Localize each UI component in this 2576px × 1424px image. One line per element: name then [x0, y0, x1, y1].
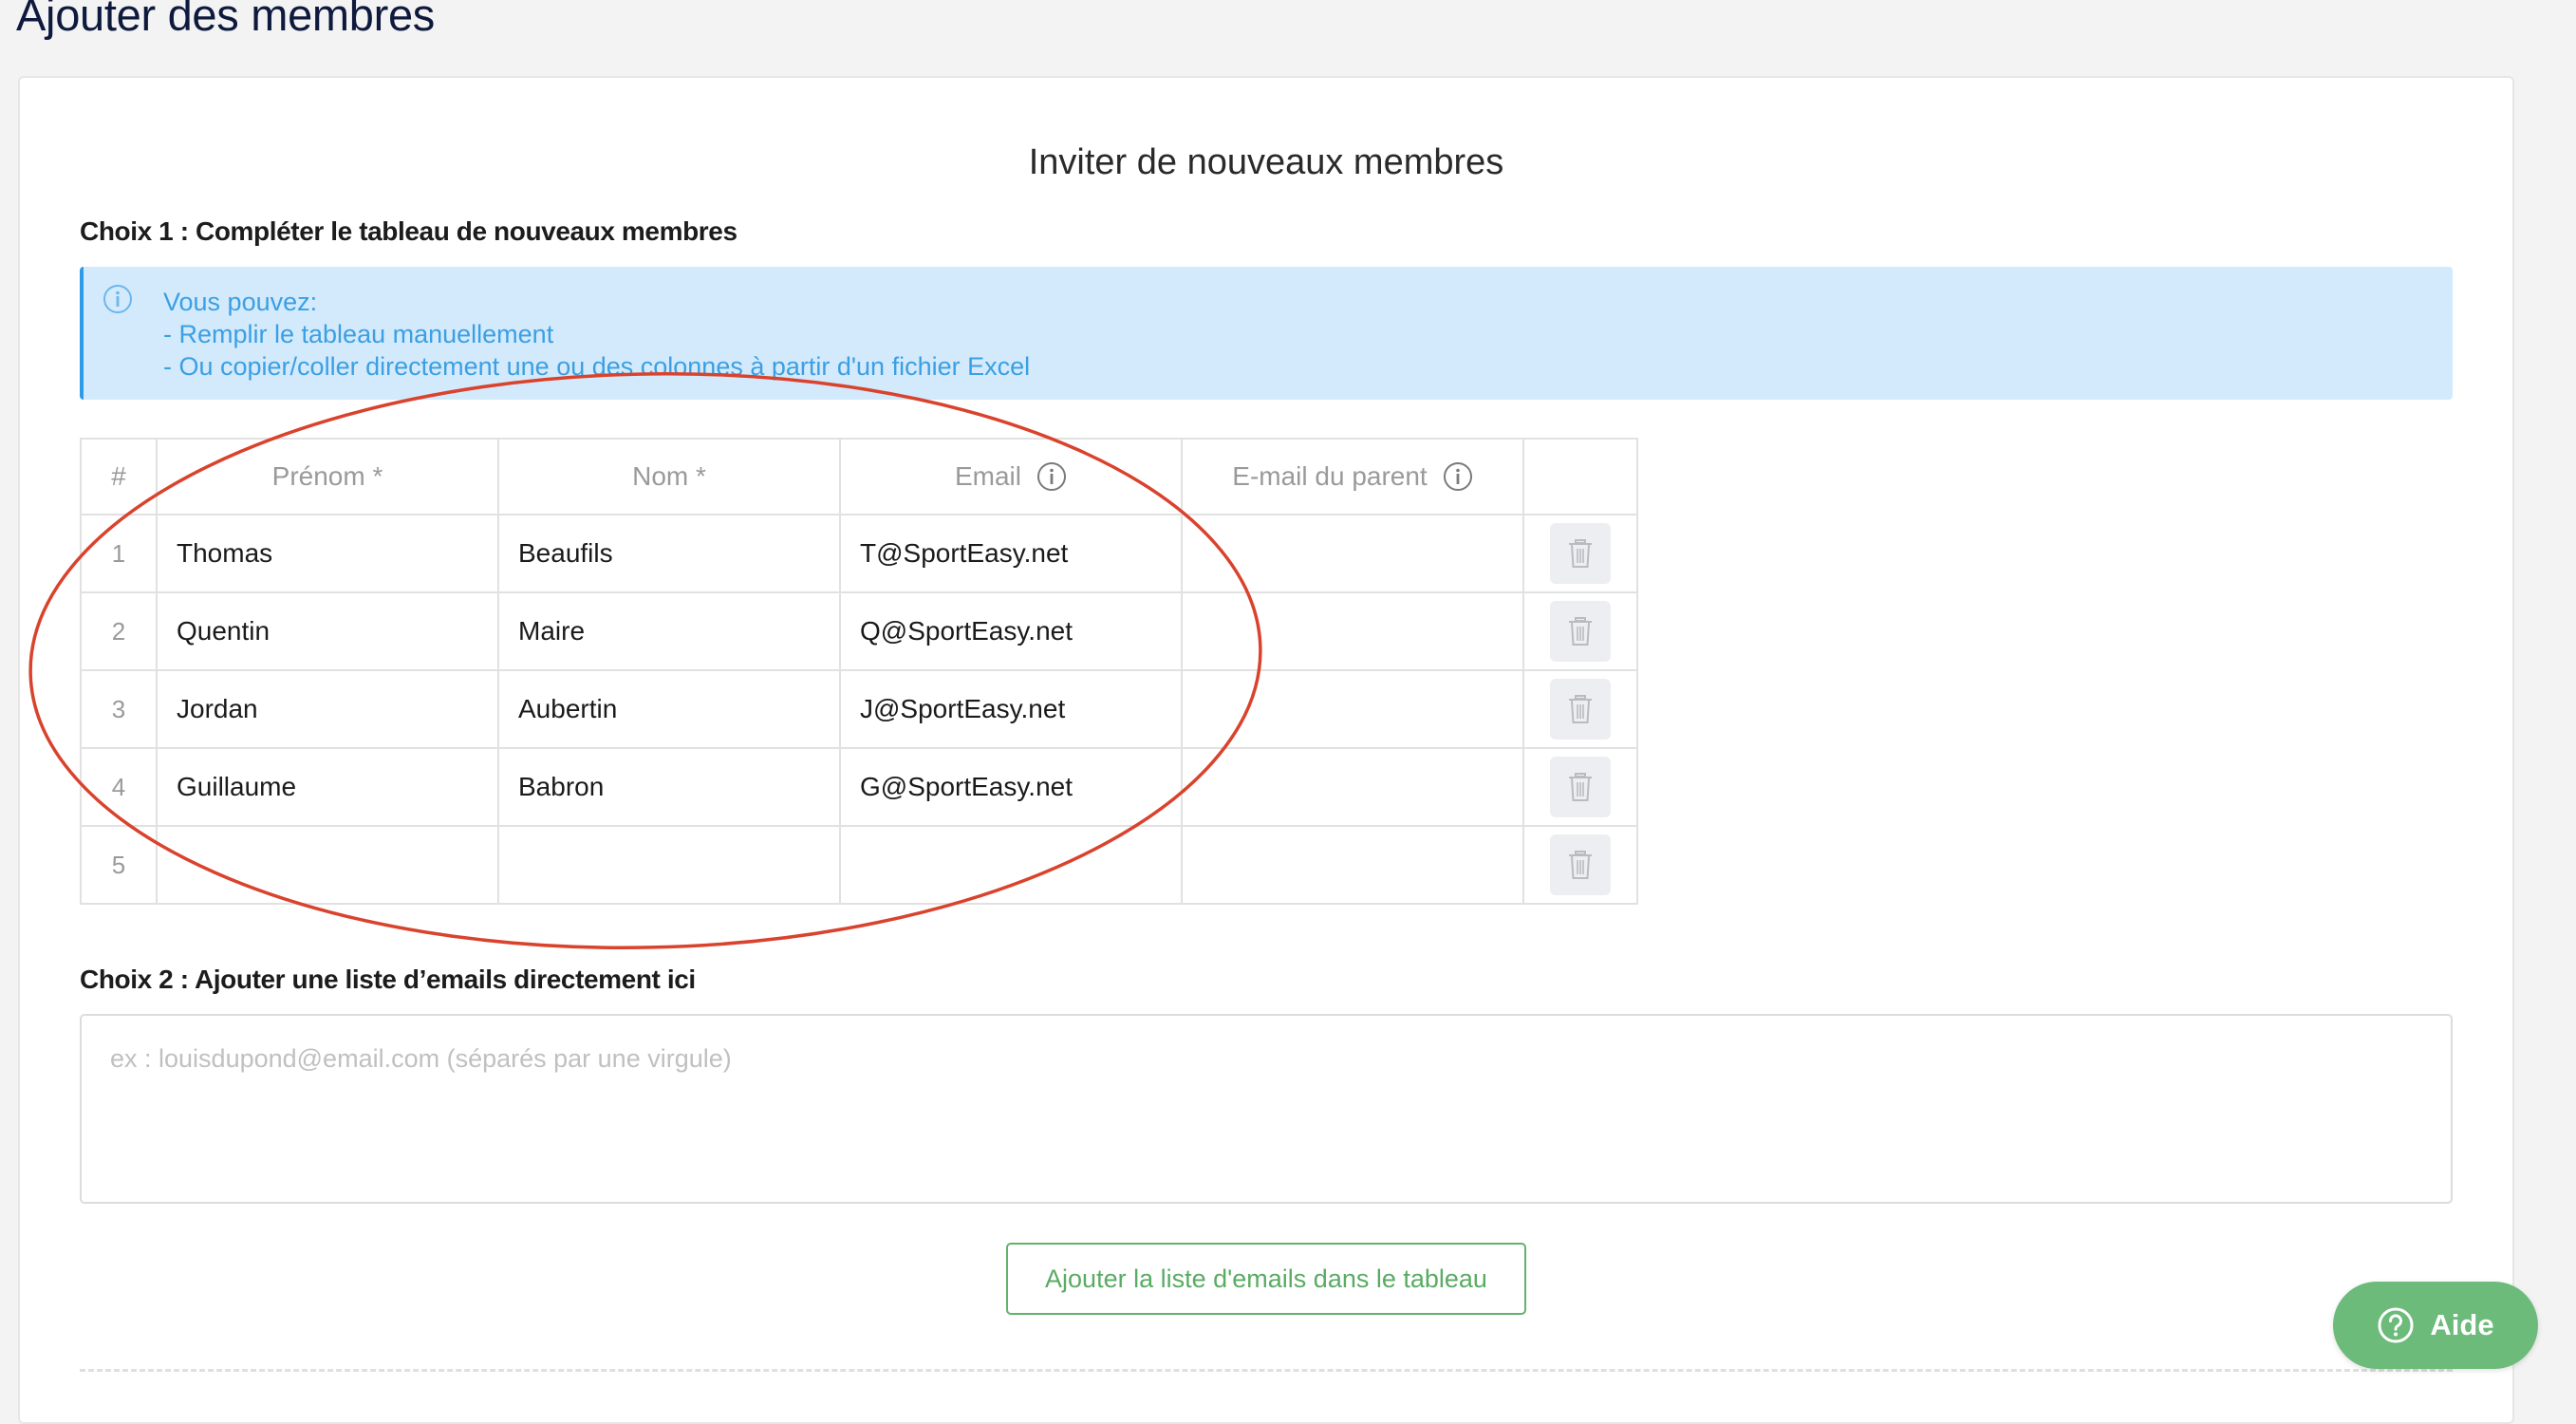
header-num: #: [80, 438, 158, 515]
info-box: Vous pouvez: - Remplir le tableau manuel…: [80, 267, 2453, 400]
table-row: 5: [80, 825, 1638, 905]
first-name-cell[interactable]: Quentin: [156, 591, 499, 671]
row-number: 2: [80, 591, 158, 671]
delete-row-button[interactable]: [1550, 834, 1611, 895]
header-parent-email: E-mail du parent: [1181, 438, 1524, 515]
header-email-label: Email: [954, 461, 1021, 491]
delete-row-button[interactable]: [1550, 523, 1611, 584]
page-title: Ajouter des membres: [16, 0, 435, 40]
email-cell[interactable]: T@SportEasy.net: [839, 514, 1183, 593]
first-name-cell[interactable]: [156, 825, 499, 905]
email-info-icon[interactable]: [1036, 461, 1067, 492]
table-header-row: # Prénom * Nom * Email E-mail du parent: [80, 438, 1638, 515]
section-divider: [80, 1369, 2453, 1372]
choice2-title: Choix 2 : Ajouter une liste d’emails dir…: [80, 965, 696, 994]
last-name-cell[interactable]: Babron: [497, 747, 841, 827]
parent-email-cell[interactable]: [1181, 591, 1524, 671]
first-name-cell[interactable]: Guillaume: [156, 747, 499, 827]
header-actions: [1522, 438, 1638, 515]
parent-email-info-icon[interactable]: [1443, 461, 1473, 492]
delete-row-button[interactable]: [1550, 679, 1611, 740]
header-last-name: Nom *: [497, 438, 841, 515]
card-title: Inviter de nouveaux membres: [1028, 142, 1504, 182]
email-cell[interactable]: G@SportEasy.net: [839, 747, 1183, 827]
parent-email-cell[interactable]: [1181, 825, 1524, 905]
header-parent-email-label: E-mail du parent: [1232, 461, 1428, 491]
delete-row-button[interactable]: [1550, 601, 1611, 662]
parent-email-cell[interactable]: [1181, 747, 1524, 827]
first-name-cell[interactable]: Thomas: [156, 514, 499, 593]
add-emails-button[interactable]: Ajouter la liste d'emails dans le tablea…: [1006, 1243, 1526, 1315]
choice1-title: Choix 1 : Compléter le tableau de nouvea…: [80, 216, 737, 246]
last-name-cell[interactable]: Aubertin: [497, 669, 841, 749]
email-list-input[interactable]: [80, 1014, 2453, 1204]
info-line: Vous pouvez:: [163, 288, 318, 316]
first-name-cell[interactable]: Jordan: [156, 669, 499, 749]
trash-icon: [1569, 539, 1592, 568]
info-icon: [103, 285, 132, 313]
table-row: 1 Thomas Beaufils T@SportEasy.net: [80, 514, 1638, 593]
last-name-cell[interactable]: Beaufils: [497, 514, 841, 593]
help-label: Aide: [2430, 1308, 2494, 1341]
trash-icon: [1569, 851, 1592, 879]
table-row: 4 Guillaume Babron G@SportEasy.net: [80, 747, 1638, 827]
email-cell[interactable]: Q@SportEasy.net: [839, 591, 1183, 671]
info-line: - Ou copier/coller directement une ou de…: [163, 352, 1031, 381]
delete-cell: [1522, 669, 1638, 749]
email-cell[interactable]: J@SportEasy.net: [839, 669, 1183, 749]
row-number: 5: [80, 825, 158, 905]
trash-icon: [1569, 695, 1592, 723]
members-table: # Prénom * Nom * Email E-mail du parent: [80, 438, 1638, 905]
last-name-cell[interactable]: Maire: [497, 591, 841, 671]
parent-email-cell[interactable]: [1181, 514, 1524, 593]
trash-icon: [1569, 773, 1592, 801]
table-row: 3 Jordan Aubertin J@SportEasy.net: [80, 669, 1638, 749]
delete-cell: [1522, 747, 1638, 827]
email-cell[interactable]: [839, 825, 1183, 905]
header-email: Email: [839, 438, 1183, 515]
delete-cell: [1522, 591, 1638, 671]
info-line: - Remplir le tableau manuellement: [163, 320, 554, 348]
header-first-name: Prénom *: [156, 438, 499, 515]
last-name-cell[interactable]: [497, 825, 841, 905]
parent-email-cell[interactable]: [1181, 669, 1524, 749]
trash-icon: [1569, 617, 1592, 646]
row-number: 3: [80, 669, 158, 749]
delete-cell: [1522, 825, 1638, 905]
delete-row-button[interactable]: [1550, 757, 1611, 817]
table-row: 2 Quentin Maire Q@SportEasy.net: [80, 591, 1638, 671]
delete-cell: [1522, 514, 1638, 593]
help-button[interactable]: Aide: [2333, 1282, 2538, 1369]
row-number: 4: [80, 747, 158, 827]
question-icon: [2378, 1307, 2414, 1343]
row-number: 1: [80, 514, 158, 593]
